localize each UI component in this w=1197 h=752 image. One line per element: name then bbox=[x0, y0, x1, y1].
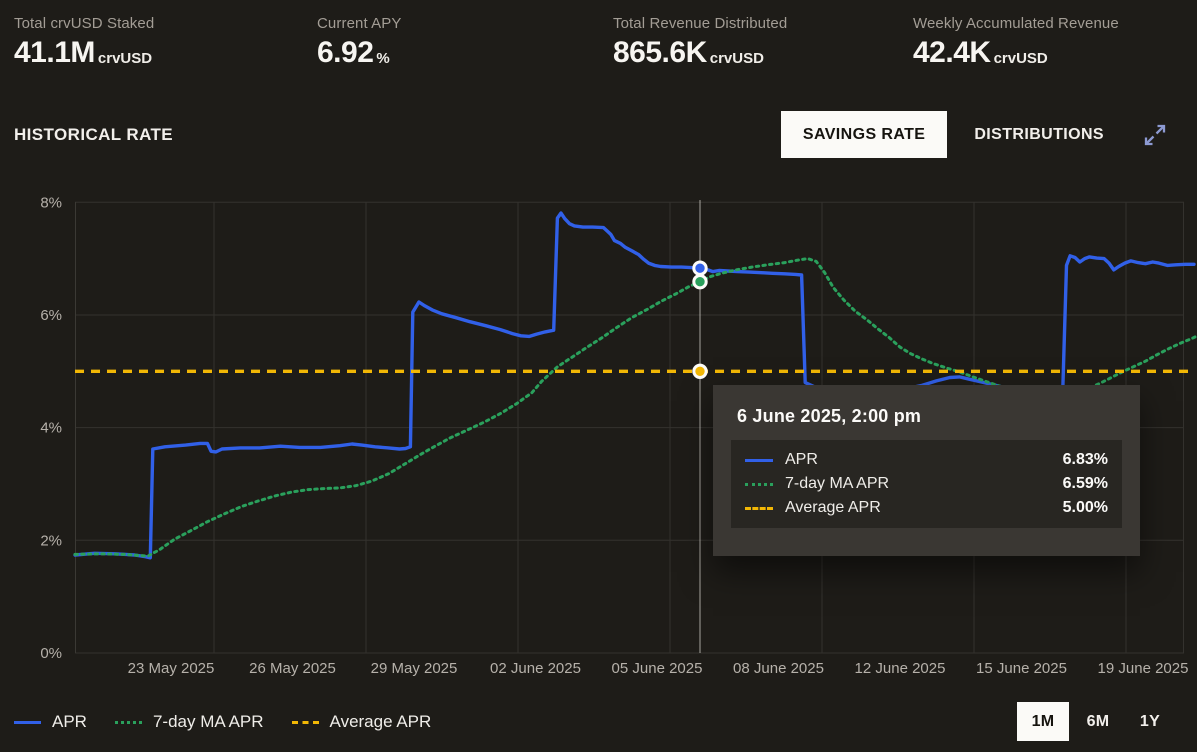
tooltip-row-apr: APR 6.83% bbox=[745, 448, 1108, 472]
ma-line-swatch-icon bbox=[745, 483, 773, 486]
svg-text:05 June 2025: 05 June 2025 bbox=[612, 660, 703, 677]
svg-text:26 May 2025: 26 May 2025 bbox=[249, 660, 336, 677]
legend-item-avg-apr[interactable]: Average APR bbox=[292, 712, 432, 732]
avg-line-swatch-icon bbox=[745, 507, 773, 510]
svg-text:08 June 2025: 08 June 2025 bbox=[733, 660, 824, 677]
stat-value: 42.4K crvUSD bbox=[913, 38, 1119, 68]
tooltip-row-label: Average APR bbox=[785, 499, 881, 517]
svg-text:2%: 2% bbox=[40, 532, 62, 549]
expand-arrows-icon bbox=[1142, 122, 1168, 148]
svg-text:4%: 4% bbox=[40, 420, 62, 437]
svg-text:02 June 2025: 02 June 2025 bbox=[490, 660, 581, 677]
chart-tabs: SAVINGS RATE DISTRIBUTIONS bbox=[781, 111, 1168, 158]
tooltip-row-label: 7-day MA APR bbox=[785, 475, 889, 493]
stat-label: Total crvUSD Staked bbox=[14, 15, 154, 32]
svg-text:23 May 2025: 23 May 2025 bbox=[128, 660, 215, 677]
legend-item-ma-apr[interactable]: 7-day MA APR bbox=[115, 712, 264, 732]
range-button-1y[interactable]: 1Y bbox=[1127, 702, 1173, 741]
svg-text:15 June 2025: 15 June 2025 bbox=[976, 660, 1067, 677]
stat-value: 865.6K crvUSD bbox=[613, 38, 787, 68]
range-button-1m[interactable]: 1M bbox=[1017, 702, 1069, 741]
svg-text:29 May 2025: 29 May 2025 bbox=[371, 660, 458, 677]
stat-current-apy: Current APY 6.92 % bbox=[317, 15, 401, 68]
tooltip-row-avg-apr: Average APR 5.00% bbox=[745, 496, 1108, 520]
page-title: HISTORICAL RATE bbox=[14, 125, 173, 145]
tooltip-values: APR 6.83% 7-day MA APR 6.59% Average APR… bbox=[731, 440, 1122, 528]
stat-unit: % bbox=[376, 51, 389, 68]
stat-total-staked: Total crvUSD Staked 41.1M crvUSD bbox=[14, 15, 154, 68]
stat-total-revenue: Total Revenue Distributed 865.6K crvUSD bbox=[613, 15, 787, 68]
svg-text:0%: 0% bbox=[40, 645, 62, 662]
tooltip-row-value: 6.83% bbox=[1063, 451, 1108, 469]
stat-value: 41.1M crvUSD bbox=[14, 38, 154, 68]
stat-weekly-revenue: Weekly Accumulated Revenue 42.4K crvUSD bbox=[913, 15, 1119, 68]
tooltip-date: 6 June 2025, 2:00 pm bbox=[713, 385, 1140, 440]
apr-line-swatch-icon bbox=[745, 459, 773, 462]
stat-label: Total Revenue Distributed bbox=[613, 15, 787, 32]
stat-number: 6.92 bbox=[317, 38, 373, 68]
legend-item-apr[interactable]: APR bbox=[14, 712, 87, 732]
stat-number: 42.4K bbox=[913, 38, 991, 68]
expand-chart-button[interactable] bbox=[1142, 122, 1168, 148]
stat-unit: crvUSD bbox=[710, 51, 764, 68]
apr-line-swatch-icon bbox=[14, 721, 41, 724]
svg-text:12 June 2025: 12 June 2025 bbox=[855, 660, 946, 677]
svg-text:19 June 2025: 19 June 2025 bbox=[1098, 660, 1189, 677]
savings-crvusd-dashboard: Total crvUSD Staked 41.1M crvUSD Current… bbox=[0, 0, 1197, 752]
legend-label: 7-day MA APR bbox=[153, 712, 264, 732]
avg-line-swatch-icon bbox=[292, 721, 319, 724]
legend-label: Average APR bbox=[330, 712, 432, 732]
stat-value: 6.92 % bbox=[317, 38, 401, 68]
svg-text:8%: 8% bbox=[40, 194, 62, 211]
stat-unit: crvUSD bbox=[994, 51, 1048, 68]
time-range-selector: 1M 6M 1Y bbox=[1011, 702, 1173, 741]
tooltip-row-value: 5.00% bbox=[1063, 499, 1108, 517]
stat-number: 41.1M bbox=[14, 38, 95, 68]
tab-savings-rate[interactable]: SAVINGS RATE bbox=[781, 111, 947, 158]
tab-distributions[interactable]: DISTRIBUTIONS bbox=[952, 111, 1126, 158]
svg-text:6%: 6% bbox=[40, 307, 62, 324]
range-button-6m[interactable]: 6M bbox=[1075, 702, 1121, 741]
stat-label: Weekly Accumulated Revenue bbox=[913, 15, 1119, 32]
stat-label: Current APY bbox=[317, 15, 401, 32]
chart-tooltip: 6 June 2025, 2:00 pm APR 6.83% 7-day MA … bbox=[713, 385, 1140, 556]
tooltip-row-label: APR bbox=[785, 451, 818, 469]
tooltip-row-ma-apr: 7-day MA APR 6.59% bbox=[745, 472, 1108, 496]
stat-unit: crvUSD bbox=[98, 51, 152, 68]
tooltip-row-value: 6.59% bbox=[1063, 475, 1108, 493]
stat-number: 865.6K bbox=[613, 38, 707, 68]
legend-label: APR bbox=[52, 712, 87, 732]
ma-line-swatch-icon bbox=[115, 721, 142, 724]
chart-legend: APR 7-day MA APR Average APR bbox=[14, 709, 431, 735]
